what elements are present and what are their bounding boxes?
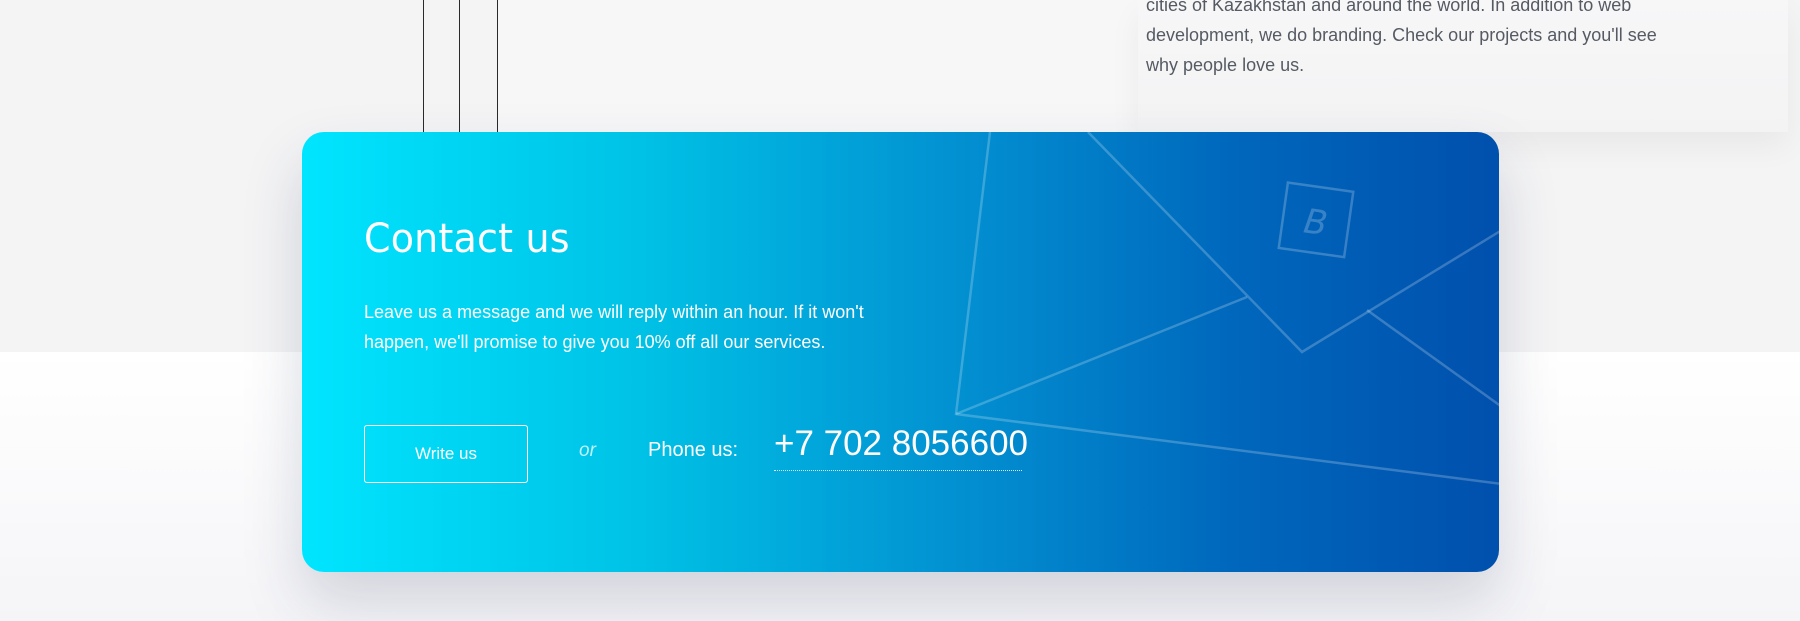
contact-title: Contact us <box>364 216 570 262</box>
or-separator: or <box>579 440 596 461</box>
about-text: cities of Kazakhstan and around the worl… <box>1146 0 1657 75</box>
phone-number-link[interactable]: +7 702 8056600 <box>774 425 1028 471</box>
decorative-line-left <box>423 0 424 140</box>
decorative-line-middle <box>459 0 460 140</box>
about-section-card: cities of Kazakhstan and around the worl… <box>497 0 1788 132</box>
contact-description: Leave us a message and we will reply wit… <box>364 302 864 352</box>
stamp-letter: B <box>1301 201 1330 244</box>
phone-label: Phone us: <box>648 439 739 461</box>
contact-card: B Contact us Leave us a message and we w… <box>302 132 1499 572</box>
write-us-button-label: Write us <box>414 444 478 463</box>
write-us-button[interactable]: Write us <box>364 425 528 483</box>
